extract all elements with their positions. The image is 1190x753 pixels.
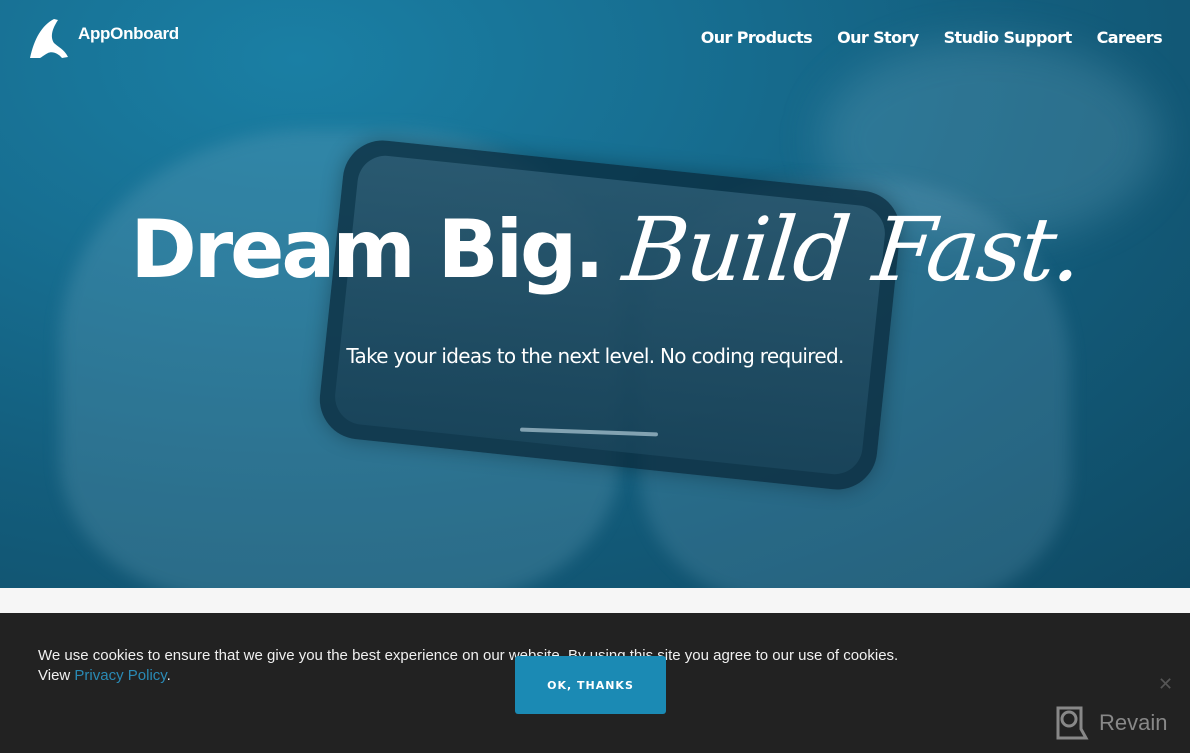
cookie-banner: We use cookies to ensure that we give yo… <box>0 613 1190 753</box>
cookie-suffix: . <box>166 667 171 684</box>
cookie-message: We use cookies to ensure that we give yo… <box>38 646 898 686</box>
section-divider <box>0 588 1190 613</box>
revain-watermark: Revain <box>1055 705 1167 741</box>
appOnboard-arch-icon <box>30 19 68 58</box>
accept-cookies-button[interactable]: OK, THANKS <box>515 656 666 714</box>
cookie-message-text: We use cookies to ensure that we give yo… <box>38 647 899 664</box>
nav-studio-support[interactable]: Studio Support <box>944 28 1073 47</box>
headline-bold: Dream Big. <box>130 203 604 296</box>
nav-careers[interactable]: Careers <box>1097 28 1163 47</box>
privacy-policy-link[interactable]: Privacy Policy <box>74 667 166 684</box>
hero-headline: Dream Big. Build Fast. <box>0 198 1190 301</box>
main-nav: Our Products Our Story Studio Support Ca… <box>701 28 1163 47</box>
nav-our-products[interactable]: Our Products <box>701 28 813 47</box>
logo[interactable]: AppOnboard <box>28 17 179 59</box>
hero-section: AppOnboard Our Products Our Story Studio… <box>0 0 1190 588</box>
hero-subheadline: Take your ideas to the next level. No co… <box>346 344 844 368</box>
headline-script: Build Fast. <box>618 198 1086 301</box>
cookie-view-prefix: View <box>38 667 71 684</box>
close-icon[interactable]: ✕ <box>1158 674 1173 695</box>
logo-text: AppOnboard <box>78 24 179 43</box>
revain-logo-icon <box>1056 706 1089 740</box>
revain-label: Revain <box>1099 710 1168 735</box>
nav-our-story[interactable]: Our Story <box>837 28 919 47</box>
